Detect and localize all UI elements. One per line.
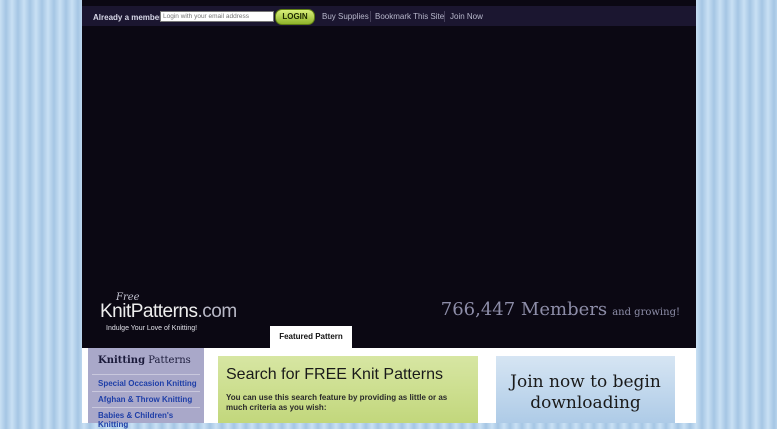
sidebar-item-special-occasion[interactable]: Special Occasion Knitting bbox=[98, 379, 197, 388]
divider bbox=[92, 374, 200, 375]
sidebar-item-babies-children[interactable]: Babies & Children's Knitting bbox=[98, 411, 204, 429]
divider bbox=[92, 407, 200, 408]
search-description: You can use this search feature by provi… bbox=[226, 393, 448, 412]
sidebar-heading: Knitting Patterns bbox=[98, 355, 191, 366]
logo-wordmark: KnitPatterns.com bbox=[100, 301, 237, 323]
divider bbox=[444, 11, 445, 22]
divider bbox=[370, 11, 371, 22]
sidebar-item-afghan-throw[interactable]: Afghan & Throw Knitting bbox=[98, 395, 192, 404]
member-login-bar: Already a member? LOGIN Buy Supplies Boo… bbox=[82, 6, 696, 26]
logo-domain: .com bbox=[197, 301, 238, 322]
logo-tagline: Indulge Your Love of Knitting! bbox=[106, 325, 198, 332]
member-prompt: Already a member? bbox=[93, 13, 168, 22]
site-logo[interactable]: Free KnitPatterns.com Indulge Your Love … bbox=[100, 292, 250, 336]
search-heading: Search for FREE Knit Patterns bbox=[226, 366, 443, 383]
buy-supplies-link[interactable]: Buy Supplies bbox=[322, 12, 369, 21]
sidebar: Knitting Patterns Special Occasion Knitt… bbox=[88, 348, 204, 429]
join-heading-line2: downloading bbox=[530, 393, 641, 413]
tab-featured-pattern[interactable]: Featured Pattern bbox=[270, 326, 352, 348]
join-now-link[interactable]: Join Now bbox=[450, 12, 483, 21]
bookmark-link[interactable]: Bookmark This Site bbox=[375, 12, 444, 21]
join-heading-line1: Join now to begin bbox=[510, 372, 661, 392]
member-count-number: 766,447 Members bbox=[440, 299, 608, 320]
logo-name: KnitPatterns bbox=[100, 301, 198, 322]
divider bbox=[92, 391, 200, 392]
member-count-suffix: and growing! bbox=[612, 307, 680, 318]
join-panel[interactable]: Join now to begin downloading bbox=[496, 356, 675, 423]
sidebar-heading-bold: Knitting bbox=[98, 355, 146, 366]
login-button[interactable]: LOGIN bbox=[275, 9, 315, 25]
sidebar-heading-rest: Patterns bbox=[145, 355, 191, 366]
email-field[interactable] bbox=[160, 11, 274, 22]
member-count: 766,447 Members and growing! bbox=[441, 299, 680, 320]
join-heading: Join now to begin downloading bbox=[496, 372, 675, 414]
search-panel: Search for FREE Knit Patterns You can us… bbox=[218, 356, 478, 423]
